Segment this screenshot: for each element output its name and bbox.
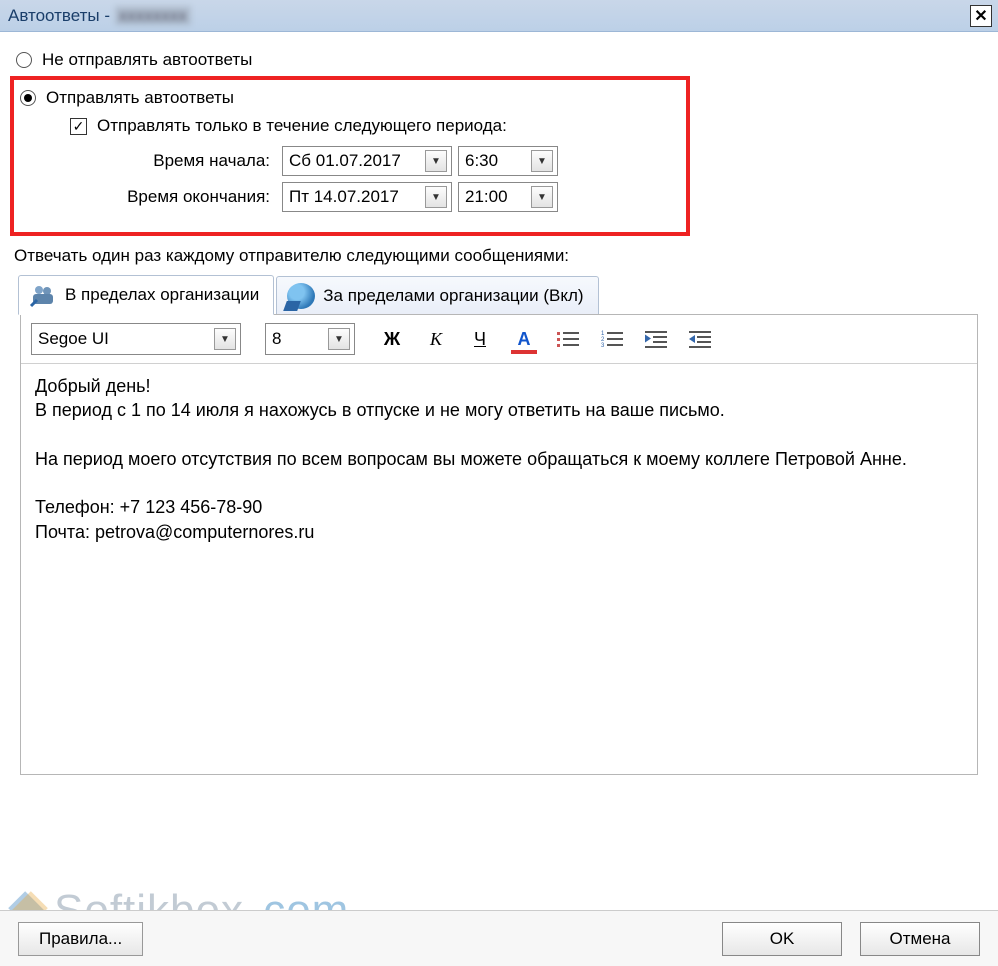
bullet-list-icon: [557, 330, 579, 348]
chevron-down-icon: ▼: [537, 156, 547, 167]
period-checkbox-row[interactable]: ✓ Отправлять только в течение следующего…: [70, 116, 678, 136]
title-bar: Автоответы - xxxxxxxx ✕: [0, 0, 998, 32]
chevron-down-icon: ▼: [334, 334, 344, 345]
start-label: Время начала:: [80, 151, 270, 171]
bold-button[interactable]: Ж: [379, 326, 405, 352]
send-options-highlight: Отправлять автоответы ✓ Отправлять тольк…: [10, 76, 690, 236]
underline-button[interactable]: Ч: [467, 326, 493, 352]
globe-icon: [287, 283, 315, 309]
indent-icon: [689, 330, 711, 348]
radio-send-row[interactable]: Отправлять автоответы: [20, 88, 678, 108]
cancel-button-label: Отмена: [890, 929, 951, 949]
font-family-dropdown[interactable]: ▼: [214, 328, 236, 350]
svg-text:3: 3: [601, 343, 605, 348]
chevron-down-icon: ▼: [431, 156, 441, 167]
start-date-value: Сб 01.07.2017: [289, 151, 401, 171]
tab-inside-org[interactable]: В пределах организации: [18, 275, 274, 315]
radio-do-not-send[interactable]: [16, 52, 32, 68]
end-date-combo[interactable]: Пт 14.07.2017 ▼: [282, 182, 452, 212]
font-size-value: 8: [272, 329, 281, 349]
end-date-value: Пт 14.07.2017: [289, 187, 399, 207]
chevron-down-icon: ▼: [537, 192, 547, 203]
period-checkbox-label: Отправлять только в течение следующего п…: [97, 116, 507, 136]
ok-button[interactable]: OK: [722, 922, 842, 956]
end-time-row: Время окончания: Пт 14.07.2017 ▼ 21:00 ▼: [80, 182, 678, 212]
period-checkbox[interactable]: ✓: [70, 118, 87, 135]
dialog-footer: Правила... OK Отмена: [0, 910, 998, 966]
start-date-combo[interactable]: Сб 01.07.2017 ▼: [282, 146, 452, 176]
start-time-row: Время начала: Сб 01.07.2017 ▼ 6:30 ▼: [80, 146, 678, 176]
italic-button[interactable]: К: [423, 326, 449, 352]
decrease-indent-button[interactable]: [643, 326, 669, 352]
end-date-dropdown[interactable]: ▼: [425, 186, 447, 208]
tabs: В пределах организации За пределами орга…: [18, 274, 988, 314]
end-label: Время окончания:: [80, 187, 270, 207]
close-icon: ✕: [974, 6, 987, 26]
start-time-combo[interactable]: 6:30 ▼: [458, 146, 558, 176]
end-time-dropdown[interactable]: ▼: [531, 186, 553, 208]
editor-toolbar: Segoe UI ▼ 8 ▼ Ж К Ч А 123: [21, 315, 977, 364]
message-editor[interactable]: Добрый день! В период с 1 по 14 июля я н…: [21, 364, 977, 774]
font-color-button[interactable]: А: [511, 326, 537, 352]
tab-outside-org[interactable]: За пределами организации (Вкл): [276, 276, 598, 315]
font-size-dropdown[interactable]: ▼: [328, 328, 350, 350]
rules-button-label: Правила...: [39, 929, 122, 949]
numbered-list-button[interactable]: 123: [599, 326, 625, 352]
cancel-button[interactable]: Отмена: [860, 922, 980, 956]
rules-button[interactable]: Правила...: [18, 922, 143, 956]
increase-indent-button[interactable]: [687, 326, 713, 352]
window-title: Автоответы - xxxxxxxx: [8, 6, 191, 26]
numbered-list-icon: 123: [601, 330, 623, 348]
tab-outside-label: За пределами организации (Вкл): [323, 286, 583, 306]
end-time-combo[interactable]: 21:00 ▼: [458, 182, 558, 212]
title-obscured: xxxxxxxx: [115, 6, 191, 25]
chevron-down-icon: ▼: [220, 334, 230, 345]
font-size-combo[interactable]: 8 ▼: [265, 323, 355, 355]
radio-send[interactable]: [20, 90, 36, 106]
close-button[interactable]: ✕: [970, 5, 992, 27]
start-date-dropdown[interactable]: ▼: [425, 150, 447, 172]
outdent-icon: [645, 330, 667, 348]
bullet-list-button[interactable]: [555, 326, 581, 352]
start-time-dropdown[interactable]: ▼: [531, 150, 553, 172]
chevron-down-icon: ▼: [431, 192, 441, 203]
people-icon: [29, 282, 57, 308]
reply-once-label: Отвечать один раз каждому отправителю сл…: [14, 246, 988, 266]
radio-do-not-send-row[interactable]: Не отправлять автоответы: [16, 50, 988, 70]
radio-do-not-send-label: Не отправлять автоответы: [42, 50, 252, 70]
ok-button-label: OK: [770, 929, 795, 949]
font-family-value: Segoe UI: [38, 329, 109, 349]
start-time-value: 6:30: [465, 151, 498, 171]
end-time-value: 21:00: [465, 187, 508, 207]
radio-send-label: Отправлять автоответы: [46, 88, 234, 108]
font-family-combo[interactable]: Segoe UI ▼: [31, 323, 241, 355]
editor-frame: Segoe UI ▼ 8 ▼ Ж К Ч А 123 Добр: [20, 314, 978, 775]
tab-inside-label: В пределах организации: [65, 285, 259, 305]
